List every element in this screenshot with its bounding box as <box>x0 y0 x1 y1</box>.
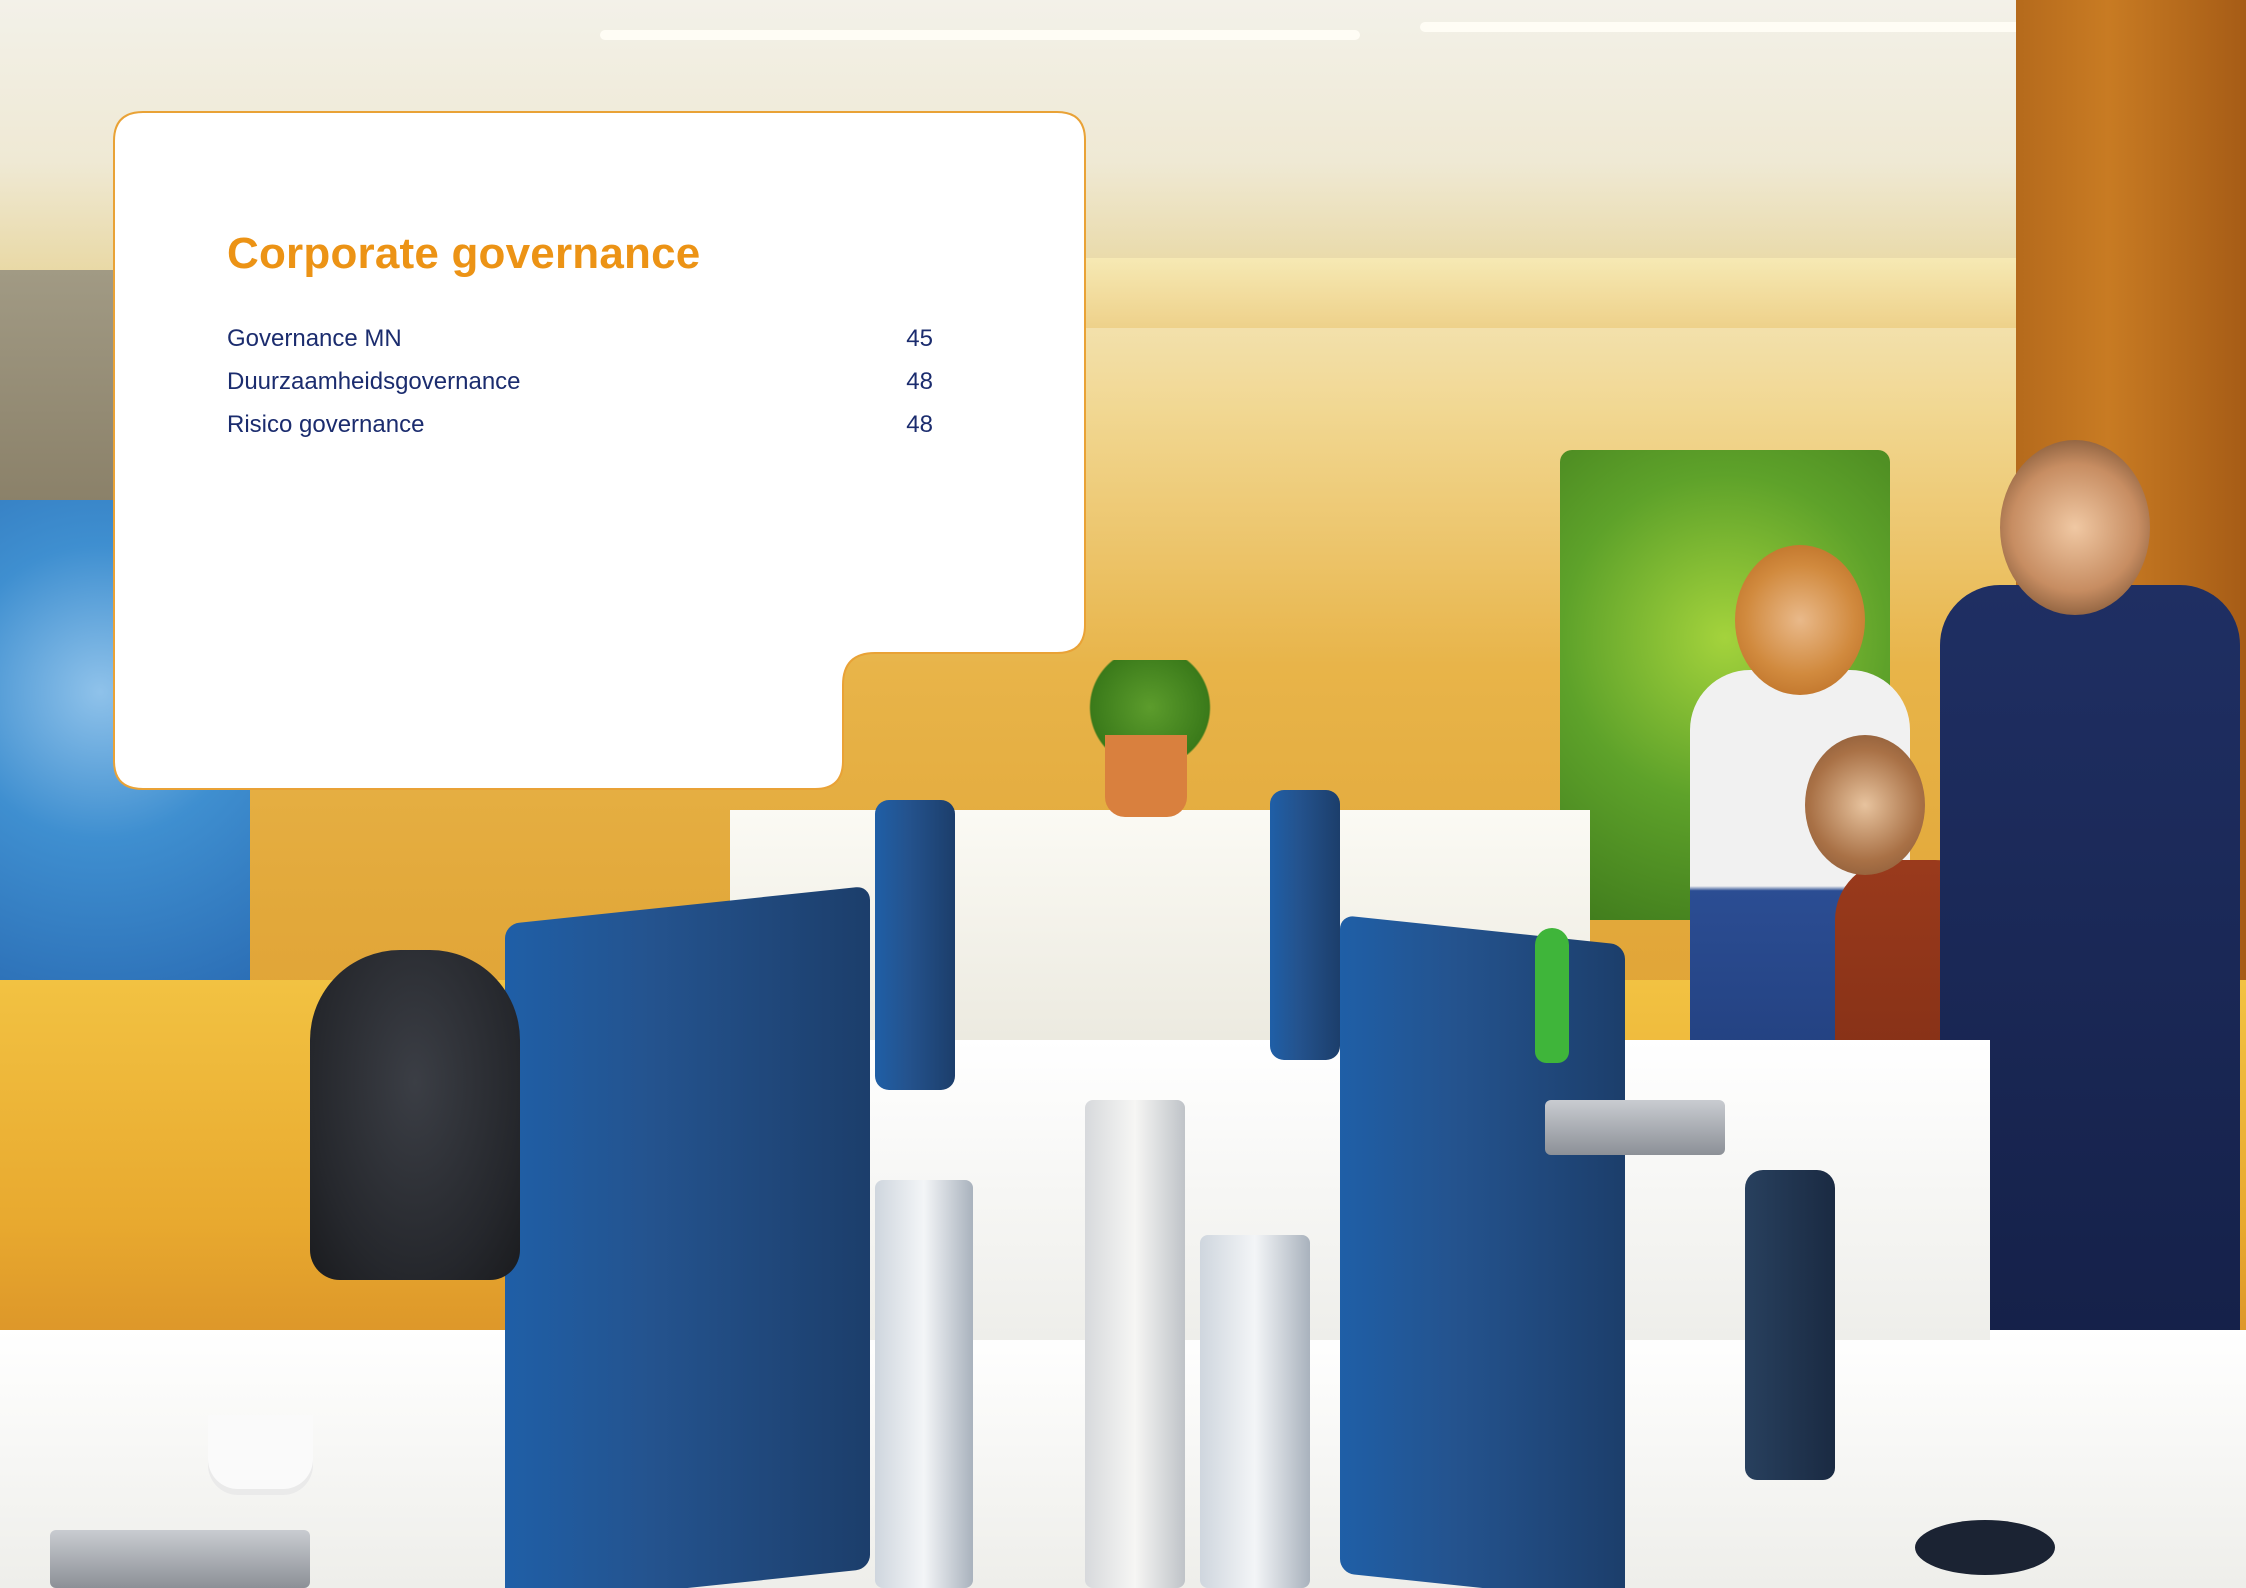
cup <box>208 1415 313 1495</box>
office-chair <box>310 950 520 1280</box>
green-bottle <box>1535 928 1569 1063</box>
person-head <box>2000 440 2150 615</box>
person-head <box>1735 545 1865 695</box>
toc-card: Corporate governance Governance MN 45 Du… <box>113 111 1087 791</box>
toc-item-page: 48 <box>906 368 933 395</box>
ceiling-light <box>600 30 1360 40</box>
table-of-contents: Governance MN 45 Duurzaamheidsgovernance… <box>227 325 933 454</box>
dark-bottle <box>1745 1170 1835 1480</box>
toc-item-duurzaamheidsgovernance[interactable]: Duurzaamheidsgovernance 48 <box>227 368 933 411</box>
ceiling-beam <box>1050 258 2050 328</box>
toc-item-page: 45 <box>906 325 933 352</box>
toc-item-label: Governance MN <box>227 325 402 352</box>
person-head <box>1805 735 1925 875</box>
monitor <box>1270 790 1340 1060</box>
monitor <box>1340 915 1625 1588</box>
wall-panel <box>0 270 120 510</box>
computer-mouse <box>1915 1520 2055 1575</box>
toc-item-risico-governance[interactable]: Risico governance 48 <box>227 411 933 454</box>
toc-item-label: Duurzaamheidsgovernance <box>227 368 521 395</box>
desk-divider <box>1085 1100 1185 1588</box>
section-title: Corporate governance <box>227 229 701 278</box>
laptop <box>50 1530 310 1588</box>
monitor-stand <box>1200 1235 1310 1588</box>
laptop <box>1545 1100 1725 1155</box>
monitor <box>875 800 955 1090</box>
plant-pot <box>1105 735 1187 817</box>
monitor <box>505 885 870 1588</box>
toc-item-label: Risico governance <box>227 411 425 438</box>
toc-item-governance-mn[interactable]: Governance MN 45 <box>227 325 933 368</box>
toc-item-page: 48 <box>906 411 933 438</box>
monitor-stand <box>875 1180 973 1588</box>
